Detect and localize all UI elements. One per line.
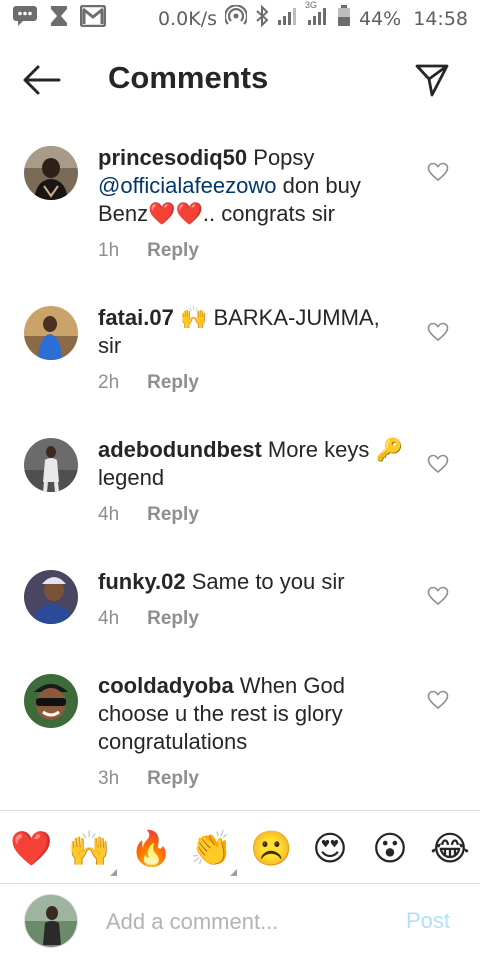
comment-text-part: Same to you sir: [185, 569, 345, 594]
clock: 14:58: [413, 8, 468, 30]
comment-time: 3h: [98, 768, 120, 789]
variant-indicator-icon: [110, 869, 117, 876]
comment-meta: 4h Reply: [98, 608, 199, 630]
page-title: Comments: [108, 60, 269, 95]
comment-text-part: Popsy: [247, 145, 315, 170]
variant-indicator-icon: [230, 869, 237, 876]
net-speed: 0.0K/s: [158, 8, 217, 30]
share-button[interactable]: [414, 62, 450, 98]
heart-outline-icon: [427, 322, 449, 342]
gmail-icon: [79, 4, 107, 33]
avatar[interactable]: [24, 146, 78, 200]
comment-username[interactable]: cooldadyoba: [98, 673, 234, 698]
comment-item: adebodundbest More keys 🔑 legend 4h Repl…: [0, 436, 480, 536]
arrow-left-icon: [23, 65, 61, 95]
comment-meta: 2h Reply: [98, 372, 199, 394]
app-header: Comments: [0, 40, 480, 120]
comment-text: princesodiq50 Popsy @officialafeezowo do…: [98, 144, 408, 228]
comment-username[interactable]: fatai.07: [98, 305, 174, 330]
like-button[interactable]: [427, 162, 449, 182]
comment-item: princesodiq50 Popsy @officialafeezowo do…: [0, 144, 480, 274]
bluetooth-icon: [255, 4, 269, 33]
hourglass-icon: [50, 5, 68, 33]
avatar[interactable]: [24, 438, 78, 492]
avatar[interactable]: [24, 570, 78, 624]
status-bar: 0.0K/s 3G 44% 14:58: [0, 0, 480, 38]
comment-time: 4h: [98, 504, 120, 525]
comment-meta: 3h Reply: [98, 768, 199, 790]
divider: [0, 810, 480, 811]
battery-icon: [337, 5, 351, 33]
signal-icon: [277, 6, 299, 32]
comment-time: 2h: [98, 372, 120, 393]
current-user-avatar: [24, 894, 78, 948]
emoji-raised-hands-button[interactable]: 🙌: [68, 829, 110, 869]
heart-outline-icon: [427, 454, 449, 474]
status-right: 0.0K/s 3G 44% 14:58: [158, 0, 468, 33]
like-button[interactable]: [427, 586, 449, 606]
comment-text: fatai.07 🙌 BARKA-JUMMA, sir: [98, 304, 408, 360]
comment-text: cooldadyoba When God choose u the rest i…: [98, 672, 408, 756]
like-button[interactable]: [427, 690, 449, 710]
comment-username[interactable]: princesodiq50: [98, 145, 247, 170]
heart-outline-icon: [427, 586, 449, 606]
reply-button[interactable]: Reply: [147, 372, 199, 394]
comment-text: funky.02 Same to you sir: [98, 568, 408, 596]
message-icon: [12, 5, 38, 33]
emoji-sad-button[interactable]: ☹️: [250, 829, 292, 869]
like-button[interactable]: [427, 454, 449, 474]
emoji-fire-button[interactable]: 🔥: [130, 829, 172, 869]
reply-button[interactable]: Reply: [147, 240, 199, 262]
heart-outline-icon: [427, 690, 449, 710]
emoji-quick-bar: ❤️ 🙌 🔥 👏 ☹️ 😍 😮 😂: [0, 815, 480, 883]
reply-button[interactable]: Reply: [147, 608, 199, 630]
comment-time: 1h: [98, 240, 120, 261]
network-type: 3G: [305, 0, 318, 10]
emoji-surprised-button[interactable]: 😮: [370, 829, 410, 869]
back-button[interactable]: [22, 64, 62, 96]
comment-item: funky.02 Same to you sir 4h Reply: [0, 568, 480, 648]
comment-item: fatai.07 🙌 BARKA-JUMMA, sir 2h Reply: [0, 304, 480, 404]
avatar[interactable]: [24, 674, 78, 728]
comment-username[interactable]: funky.02: [98, 569, 186, 594]
status-left-icons: [12, 4, 107, 33]
comment-mention[interactable]: @officialafeezowo: [98, 173, 276, 198]
avatar[interactable]: [24, 306, 78, 360]
emoji-heart-eyes-button[interactable]: 😍: [310, 829, 350, 869]
comment-input[interactable]: [106, 902, 386, 942]
reply-button[interactable]: Reply: [147, 504, 199, 526]
battery-percent: 44%: [359, 8, 402, 30]
hotspot-icon: [223, 4, 249, 33]
comment-meta: 1h Reply: [98, 240, 199, 262]
signal-3g-icon: 3G: [305, 0, 329, 32]
comment-composer: Post: [0, 884, 480, 960]
comment-item: cooldadyoba When God choose u the rest i…: [0, 672, 480, 802]
post-button[interactable]: Post: [406, 908, 450, 934]
comment-time: 4h: [98, 608, 120, 629]
like-button[interactable]: [427, 322, 449, 342]
heart-outline-icon: [427, 162, 449, 182]
emoji-heart-button[interactable]: ❤️: [10, 829, 52, 869]
emoji-laughing-button[interactable]: 😂: [430, 829, 470, 869]
paper-plane-icon: [415, 64, 449, 97]
reply-button[interactable]: Reply: [147, 768, 199, 790]
comment-meta: 4h Reply: [98, 504, 199, 526]
comment-text: adebodundbest More keys 🔑 legend: [98, 436, 408, 492]
comment-username[interactable]: adebodundbest: [98, 437, 262, 462]
emoji-clap-button[interactable]: 👏: [190, 829, 232, 869]
